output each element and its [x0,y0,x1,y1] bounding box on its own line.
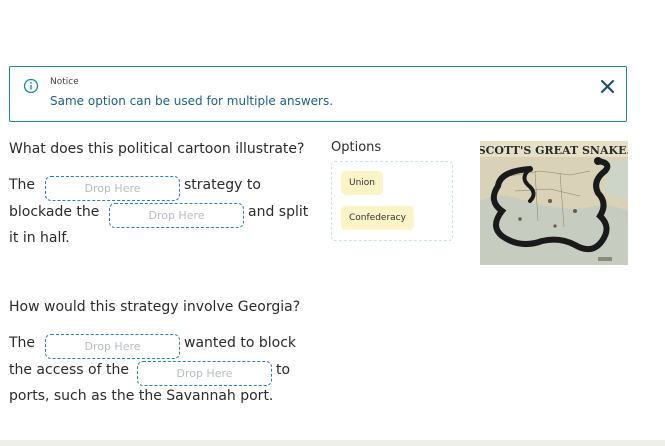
info-icon [23,78,39,94]
q2-drop-zone-2[interactable]: Drop Here [137,361,272,386]
options-box: Union Confederacy [331,161,453,241]
q1-text-strategy-to: strategy to [184,177,261,193]
q2-text-wanted-to-block: wanted to block [184,335,296,351]
q1-drop-zone-1[interactable]: Drop Here [45,176,180,201]
option-chip-union[interactable]: Union [341,171,384,195]
question-1-prompt: What does this political cartoon illustr… [9,141,305,157]
q2-text-the: The [9,335,36,351]
options-title: Options [331,140,382,155]
q2-text-ports: ports, such as the the Savannah port. [9,388,274,404]
close-icon[interactable] [601,80,614,93]
q1-text-blockade-the: blockade the [9,204,100,220]
notice-title: Notice [50,77,79,87]
cartoon-caption: SCOTT'S GREAT SNAKE. [480,144,628,157]
q1-drop-zone-2[interactable]: Drop Here [109,203,244,228]
notice-banner: Notice Same option can be used for multi… [9,66,627,122]
notice-message: Same option can be used for multiple ans… [50,94,334,108]
q1-text-the: The [9,177,36,193]
q2-drop-zone-1[interactable]: Drop Here [45,334,180,359]
q2-text-to: to [276,362,291,378]
q1-text-and-split: and split [248,204,309,220]
option-chip-confederacy[interactable]: Confederacy [341,206,414,230]
question-2-prompt: How would this strategy involve Georgia? [9,299,301,315]
political-cartoon-image: SCOTT'S GREAT SNAKE. [480,141,628,265]
q2-text-the-access-of-the: the access of the [9,362,129,378]
footer-strip [0,440,665,446]
q1-text-it-in-half: it in half. [9,230,70,246]
